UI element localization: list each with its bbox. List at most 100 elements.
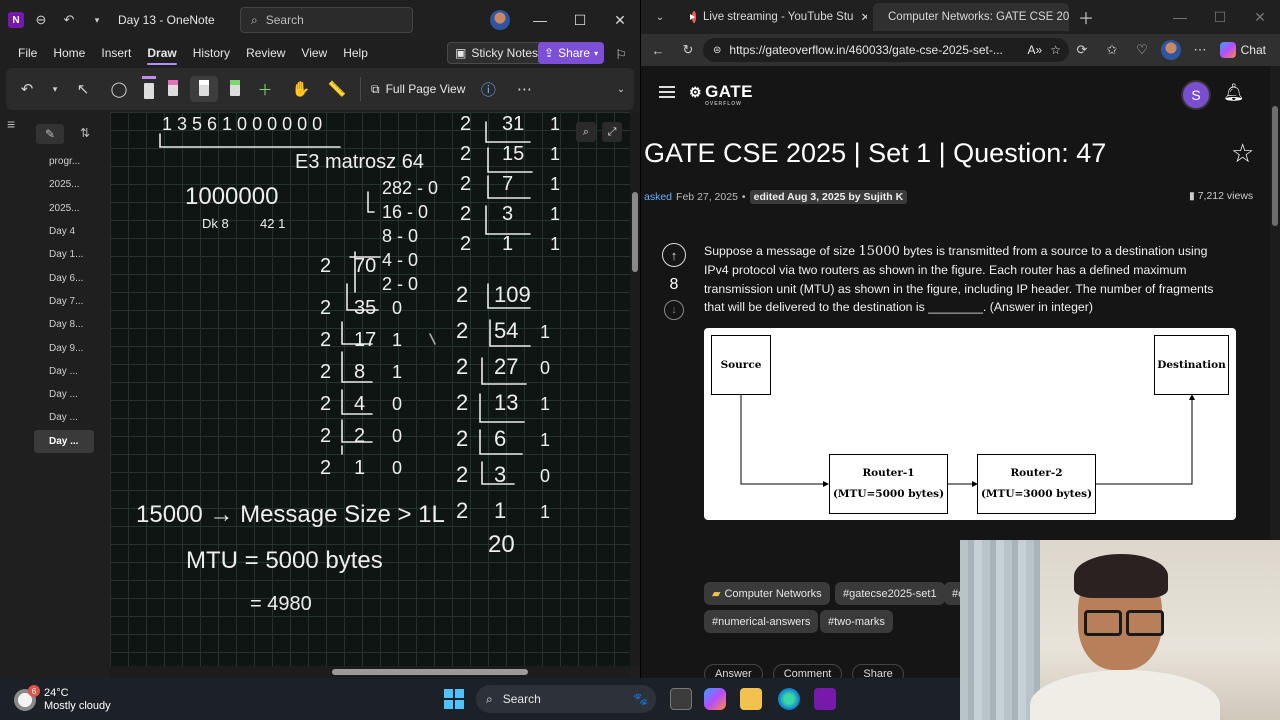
menu-draw[interactable]: Draw <box>139 40 184 66</box>
avatar[interactable] <box>1161 40 1181 60</box>
notifications-bell-icon[interactable]: 🔔︎ <box>1223 83 1245 103</box>
page-item[interactable]: Day ... <box>34 383 94 406</box>
extensions-icon[interactable]: ⟳ <box>1071 39 1093 61</box>
ruler-icon[interactable]: 📏 <box>324 76 350 102</box>
page-item[interactable]: Day ... <box>34 406 94 429</box>
read-aloud-icon[interactable]: A» <box>1028 43 1043 57</box>
pan-hand-icon[interactable]: ✋ <box>288 76 314 102</box>
share-button[interactable]: Share <box>852 664 904 678</box>
full-page-view-button[interactable]: ⧉ Full Page View <box>371 82 465 97</box>
page-item[interactable]: Day 7... <box>34 290 94 313</box>
chevron-down-icon[interactable]: ▾ <box>50 76 60 102</box>
avatar[interactable] <box>490 10 510 30</box>
more-options-icon[interactable]: ⋯ <box>1189 39 1211 61</box>
tag-two-marks[interactable]: #two-marks <box>820 610 893 633</box>
expand-icon[interactable]: ⤢ <box>602 122 622 142</box>
add-pen-icon[interactable]: ＋ <box>252 76 278 102</box>
tag-computer-networks[interactable]: ▰ Computer Networks <box>704 582 830 605</box>
close-icon[interactable]: ✕ <box>600 0 640 40</box>
close-icon[interactable]: ✕ <box>1240 0 1280 37</box>
scroll-thumb[interactable] <box>1272 106 1278 226</box>
comment-button[interactable]: Comment <box>772 664 843 678</box>
undo-icon[interactable]: ↶ <box>14 76 40 102</box>
back-arrow-icon[interactable]: ← <box>647 39 669 61</box>
new-tab-icon[interactable]: ＋ <box>1075 6 1097 28</box>
page-item[interactable]: Day ... <box>34 360 94 383</box>
zoom-icon[interactable]: ⌕ <box>576 122 596 142</box>
back-icon[interactable]: ⊖ <box>30 9 52 31</box>
menu-home[interactable]: Home <box>45 40 93 66</box>
page-item[interactable]: Day 8... <box>34 313 94 336</box>
horizontal-scrollbar[interactable] <box>110 666 630 678</box>
taskbar-search[interactable]: ⌕ Search 🐾 <box>476 685 656 713</box>
weather-widget[interactable]: 6 24°C Mostly cloudy <box>14 685 111 713</box>
downvote-arrow-icon[interactable]: ↓ <box>664 300 684 320</box>
edge-app-icon[interactable] <box>778 688 800 710</box>
scroll-thumb[interactable] <box>632 192 638 272</box>
user-avatar[interactable]: S <box>1181 80 1211 110</box>
site-info-icon[interactable]: ⊜ <box>713 45 721 56</box>
share-button[interactable]: ⇪ Share ▾ <box>538 42 605 64</box>
folder-app-icon[interactable] <box>740 688 762 710</box>
onenote-search-input[interactable]: ⌕ Search <box>240 7 413 33</box>
refresh-icon[interactable]: ↻ <box>677 39 699 61</box>
collapse-ribbon-icon[interactable]: ⌄ <box>608 76 634 102</box>
maximize-icon[interactable]: ☐ <box>1200 0 1240 37</box>
feedback-icon[interactable]: ⚐ <box>610 44 632 66</box>
menu-file[interactable]: File <box>10 40 45 66</box>
nav-menu-icon[interactable]: ≡ <box>7 116 15 132</box>
tag-gatecse2025-set1[interactable]: #gatecse2025-set1 <box>835 582 945 605</box>
page-item[interactable]: 2025... <box>34 197 94 220</box>
page-item[interactable]: Day 9... <box>34 336 94 359</box>
undo-icon[interactable]: ↶ <box>58 9 80 31</box>
url-bar[interactable]: ⊜ https://gateoverflow.in/460033/gate-cs… <box>703 38 1069 62</box>
onenote-app-icon[interactable] <box>814 688 836 710</box>
sort-icon[interactable]: ⇅ <box>80 126 90 140</box>
scroll-thumb[interactable] <box>332 669 528 675</box>
collections-icon[interactable]: ♡ <box>1131 39 1153 61</box>
green-highlighter-icon[interactable] <box>228 76 242 102</box>
copilot-chat-button[interactable]: Chat <box>1214 39 1272 61</box>
upvote-arrow-icon[interactable]: ↑ <box>662 243 686 267</box>
tab-gateoverflow[interactable]: Computer Networks: GATE CSE 20 ✕ <box>873 3 1069 31</box>
menu-view[interactable]: View <box>293 40 335 66</box>
favorites-icon[interactable]: ✩ <box>1101 39 1123 61</box>
page-item[interactable]: 2025... <box>34 173 94 196</box>
minimize-icon[interactable]: — <box>520 0 560 40</box>
vertical-scrollbar[interactable] <box>630 112 640 666</box>
add-page-icon[interactable]: ✎ <box>36 124 64 144</box>
menu-review[interactable]: Review <box>238 40 293 66</box>
page-item[interactable]: Day 4 <box>34 220 94 243</box>
favorite-star-icon[interactable]: ☆ <box>1231 138 1254 169</box>
gate-overflow-logo[interactable]: ⚙ GATE OVERFLOW <box>689 82 753 107</box>
quick-access-dropdown-icon[interactable]: ▾ <box>86 9 108 31</box>
favorite-star-icon[interactable]: ☆ <box>1050 43 1061 57</box>
help-icon[interactable]: ⓘ <box>475 76 501 102</box>
tab-youtube[interactable]: Live streaming - YouTube Stu ✕ <box>677 3 867 31</box>
highlighter-icon[interactable] <box>142 76 156 102</box>
maximize-icon[interactable]: ☐ <box>560 0 600 40</box>
page-item[interactable]: Day 1... <box>34 243 94 266</box>
close-icon[interactable]: ✕ <box>860 10 867 24</box>
tag-numerical-answers[interactable]: #numerical-answers <box>704 610 819 633</box>
hamburger-menu-icon[interactable] <box>659 86 675 98</box>
more-options-icon[interactable]: ⋯ <box>511 76 537 102</box>
sticky-notes-button[interactable]: ▣ Sticky Notes <box>447 42 547 64</box>
answer-button[interactable]: Answer <box>704 664 763 678</box>
editor-link[interactable]: Sujith K <box>864 191 904 203</box>
menu-help[interactable]: Help <box>335 40 376 66</box>
minimize-icon[interactable]: — <box>1160 0 1200 37</box>
page-item[interactable]: progr... <box>34 150 94 173</box>
menu-history[interactable]: History <box>185 40 238 66</box>
pink-pen-icon[interactable] <box>166 76 180 102</box>
lasso-select-icon[interactable]: ◯ <box>106 76 132 102</box>
ink-canvas[interactable]: 1 3 5 6 1 0 0 0 0 0 0 E3 matrosz 64 100000… <box>110 112 630 666</box>
copilot-app-icon[interactable] <box>704 688 726 710</box>
menu-insert[interactable]: Insert <box>93 40 139 66</box>
select-cursor-icon[interactable]: ↖ <box>70 76 96 102</box>
page-item[interactable]: Day ... <box>34 429 94 453</box>
windows-start-icon[interactable] <box>444 689 464 709</box>
tab-actions-icon[interactable]: ⌄ <box>649 6 671 28</box>
file-explorer-task-icon[interactable] <box>670 688 692 710</box>
white-pen-icon[interactable] <box>190 76 218 102</box>
